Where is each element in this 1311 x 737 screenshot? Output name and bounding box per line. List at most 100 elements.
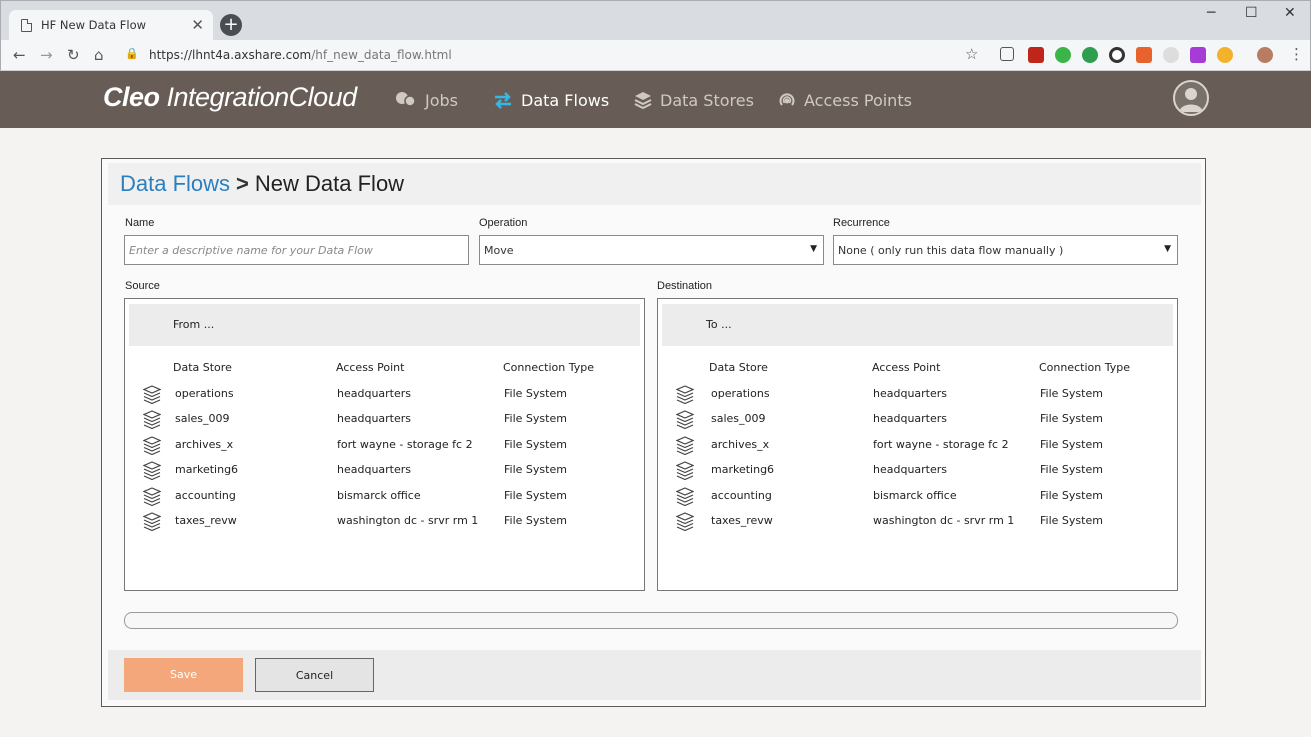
table-row[interactable]: accounting bismarck office File System (125, 485, 644, 507)
data-store-stack-icon (143, 410, 161, 430)
save-button[interactable]: Save (124, 658, 243, 692)
address-bar[interactable]: 🔒 https://lhnt4a.axshare.com/hf_new_data… (119, 44, 989, 67)
extension-circle-icon[interactable] (1163, 47, 1179, 63)
access-point-cell: washington dc - srvr rm 1 (337, 514, 479, 527)
source-box: From ... Data Store Access Point Connect… (124, 298, 645, 591)
data-store-stack-icon (676, 486, 694, 506)
action-footer: Save Cancel (108, 650, 1201, 700)
data-store-stack-icon (676, 512, 694, 531)
data-store-cell: taxes_revw (711, 514, 773, 527)
lock-icon: 🔒 (125, 47, 139, 60)
brand-logo[interactable]: Cleo IntegrationCloud (103, 82, 357, 113)
cancel-button[interactable]: Cancel (255, 658, 374, 692)
maximize-button[interactable]: ☐ (1245, 5, 1258, 21)
recurrence-label: Recurrence (833, 217, 890, 229)
extension-pdf-icon[interactable] (1028, 47, 1044, 63)
browser-tab[interactable]: HF New Data Flow ✕ (9, 10, 213, 41)
operation-select[interactable]: Move ▼ (479, 235, 824, 265)
table-row[interactable]: sales_009 headquarters File System (658, 408, 1177, 430)
table-row[interactable]: taxes_revw washington dc - srvr rm 1 File … (658, 510, 1177, 532)
page-title: New Data Flow (254, 171, 405, 196)
column-header-data-store: Data Store (709, 361, 768, 374)
horizontal-scrollbar[interactable] (124, 612, 1178, 629)
tab-title: HF New Data Flow (41, 18, 147, 32)
chevron-down-icon: ▼ (810, 244, 817, 254)
nav-data-flows[interactable]: Data Flows (493, 88, 609, 112)
browser-menu-icon[interactable]: ⋮ (1289, 45, 1304, 63)
nav-data-flows-label: Data Flows (521, 90, 610, 110)
nav-jobs-label: Jobs (425, 90, 458, 110)
data-store-stack-icon (143, 461, 161, 481)
nav-access-points-label: Access Points (804, 90, 912, 110)
data-flows-icon (495, 92, 511, 109)
data-store-cell: sales_009 (711, 412, 766, 426)
access-point-cell: headquarters (337, 387, 412, 400)
source-header[interactable]: From ... (129, 304, 640, 346)
connection-type-cell: File System (504, 387, 567, 400)
connection-type-cell: File System (1040, 412, 1103, 426)
data-stores-icon (634, 92, 652, 110)
jobs-icon (396, 92, 416, 107)
column-header-access-point: Access Point (336, 361, 405, 374)
minimize-button[interactable]: ─ (1207, 5, 1215, 21)
profile-avatar[interactable] (1257, 47, 1273, 63)
tab-close-icon[interactable]: ✕ (191, 16, 204, 34)
user-avatar-icon[interactable] (1173, 80, 1209, 116)
reload-icon[interactable]: ↻ (67, 46, 80, 64)
destination-header[interactable]: To ... (662, 304, 1173, 346)
window-close-button[interactable]: ✕ (1284, 5, 1296, 21)
breadcrumb-data-flows-link[interactable]: Data Flows (120, 171, 230, 196)
table-row[interactable]: operations headquarters File System (125, 383, 644, 405)
table-row[interactable]: archives_x fort wayne - storage fc 2 File … (658, 434, 1177, 456)
data-store-cell: sales_009 (175, 412, 230, 426)
nav-data-stores-label: Data Stores (660, 90, 754, 110)
table-row[interactable]: archives_x fort wayne - storage fc 2 File … (125, 434, 644, 456)
data-store-cell: marketing6 (711, 463, 775, 477)
breadcrumb: Data Flows > New Data Flow (120, 171, 404, 197)
recurrence-select[interactable]: None ( only run this data flow manually … (833, 235, 1178, 265)
nav-jobs[interactable]: Jobs (395, 88, 458, 112)
column-header-connection-type: Connection Type (1039, 361, 1131, 374)
extension-rp-icon[interactable] (1190, 47, 1206, 63)
new-tab-button[interactable]: + (220, 14, 242, 36)
data-store-cell: accounting (175, 488, 236, 502)
table-row[interactable]: operations headquarters File System (658, 383, 1177, 405)
column-header-data-store: Data Store (173, 361, 232, 374)
connection-type-cell: File System (1040, 387, 1103, 400)
access-point-cell: bismarck office (873, 488, 957, 502)
table-row[interactable]: accounting bismarck office File System (658, 485, 1177, 507)
name-label: Name (125, 217, 155, 229)
table-row[interactable]: marketing6 headquarters File System (658, 459, 1177, 481)
table-row[interactable]: sales_009 headquarters File System (125, 408, 644, 430)
nav-data-stores[interactable]: Data Stores (634, 88, 754, 112)
extension-evernote-icon[interactable] (1055, 47, 1071, 63)
table-row[interactable]: taxes_revw washington dc - srvr rm 1 File … (125, 510, 644, 532)
home-icon[interactable]: ⌂ (94, 46, 104, 64)
access-point-cell: bismarck office (337, 488, 421, 502)
connection-type-cell: File System (1040, 437, 1103, 451)
data-store-stack-icon (143, 385, 161, 404)
operation-label: Operation (479, 217, 528, 229)
access-point-cell: headquarters (873, 463, 948, 477)
extension-office-icon[interactable] (1136, 47, 1152, 63)
destination-box: To ... Data Store Access Point Connectio… (657, 298, 1178, 591)
extension-screenshot-icon[interactable] (1000, 47, 1014, 61)
destination-label: Destination (657, 280, 713, 292)
extension-gear-icon[interactable] (1217, 47, 1233, 63)
extension-record-icon[interactable] (1109, 47, 1125, 63)
column-header-access-point: Access Point (872, 361, 941, 374)
data-store-cell: operations (711, 387, 770, 400)
name-input[interactable]: Enter a descriptive name for your Data F… (124, 235, 469, 265)
page-title-bar: Data Flows > New Data Flow (108, 163, 1201, 205)
connection-type-cell: File System (1040, 514, 1103, 527)
nav-access-points[interactable]: Access Points (778, 88, 912, 112)
breadcrumb-separator: > (236, 171, 249, 196)
access-point-cell: headquarters (873, 387, 948, 400)
connection-type-cell: File System (1040, 463, 1103, 477)
extension-hangouts-icon[interactable] (1082, 47, 1098, 63)
back-icon[interactable]: ← (13, 46, 26, 64)
table-row[interactable]: marketing6 headquarters File System (125, 459, 644, 481)
bookmark-star-icon[interactable]: ☆ (965, 45, 978, 63)
forward-icon[interactable]: → (40, 46, 53, 64)
connection-type-cell: File System (504, 488, 567, 502)
